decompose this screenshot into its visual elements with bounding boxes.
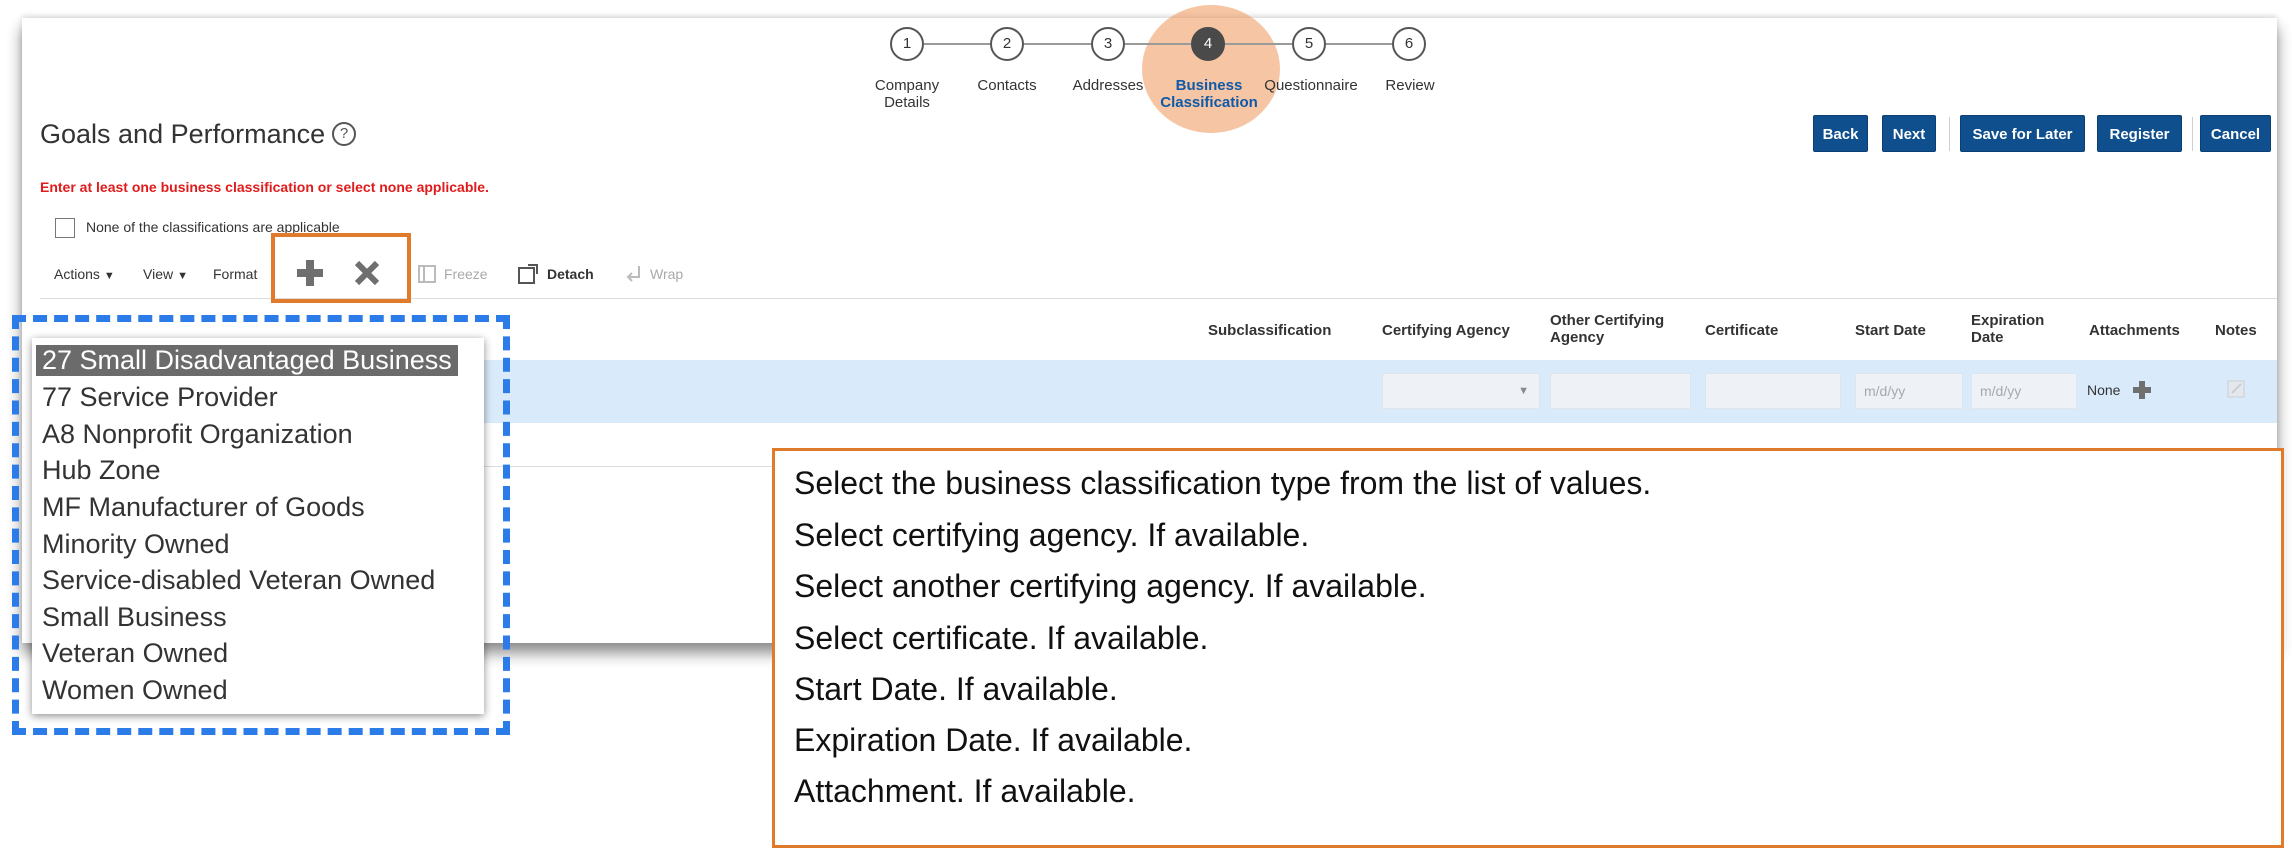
train-label-addresses[interactable]: Addresses <box>1065 77 1151 94</box>
attachments-value: None <box>2087 382 2121 398</box>
chevron-down-icon: ▼ <box>1518 385 1529 397</box>
freeze-button[interactable]: Freeze <box>444 266 488 282</box>
col-expiration-date[interactable]: Expiration Date <box>1971 312 2044 346</box>
col-attachments[interactable]: Attachments <box>2089 322 2180 339</box>
register-button[interactable]: Register <box>2097 115 2182 152</box>
actions-menu-label: Actions <box>54 266 100 282</box>
certificate-input[interactable] <box>1705 373 1841 409</box>
train-label-line: Classification <box>1160 94 1258 111</box>
train-step-3[interactable]: 3 <box>1091 27 1125 61</box>
col-header-line: Expiration <box>1971 312 2045 329</box>
instruction-line: Select another certifying agency. If ava… <box>794 568 1427 604</box>
other-certifying-agency-input[interactable] <box>1550 373 1691 409</box>
chevron-down-icon: ▼ <box>103 270 115 282</box>
train-connector <box>1024 43 1091 45</box>
train-step-6[interactable]: 6 <box>1392 27 1426 61</box>
train-connector <box>1326 43 1392 45</box>
col-start-date[interactable]: Start Date <box>1855 322 1926 339</box>
actions-menu[interactable]: Actions ▼ <box>54 266 115 282</box>
train-label-line: Company <box>874 77 940 94</box>
notes-icon[interactable] <box>2226 379 2246 399</box>
freeze-icon <box>418 265 436 283</box>
train-step-4[interactable]: 4 <box>1191 27 1225 61</box>
back-button[interactable]: Back <box>1813 115 1868 152</box>
help-icon[interactable]: ? <box>332 122 356 146</box>
button-separator <box>1949 117 1950 151</box>
error-message: Enter at least one business classificati… <box>40 179 489 195</box>
train-label-questionnaire[interactable]: Questionnaire <box>1258 77 1364 94</box>
add-delete-callout-box <box>271 233 411 303</box>
train-label-company-details[interactable]: Company Details <box>867 77 947 111</box>
col-header-line: Other Certifying <box>1550 312 1665 329</box>
instruction-line: Start Date. If available. <box>794 671 1118 707</box>
col-other-certifying-agency[interactable]: Other Certifying Agency <box>1550 312 1664 346</box>
wrap-button[interactable]: Wrap <box>650 266 683 282</box>
detach-button[interactable]: Detach <box>547 266 594 282</box>
view-menu-label: View <box>143 266 174 282</box>
certifying-agency-select[interactable]: ▼ <box>1382 373 1540 409</box>
train-step-5[interactable]: 5 <box>1292 27 1326 61</box>
instruction-line: Attachment. If available. <box>794 773 1136 809</box>
none-applicable-checkbox[interactable] <box>55 218 75 238</box>
save-for-later-button[interactable]: Save for Later <box>1960 115 2085 152</box>
col-subclassification[interactable]: Subclassification <box>1208 322 1331 339</box>
instruction-line: Expiration Date. If available. <box>794 722 1193 758</box>
start-date-input[interactable]: m/d/yy <box>1855 373 1963 409</box>
train-label-line: Review <box>1385 77 1435 94</box>
train-label-contacts[interactable]: Contacts <box>965 77 1049 94</box>
active-step-highlight <box>1142 5 1280 133</box>
instruction-line: Select certifying agency. If available. <box>794 517 1310 553</box>
col-header-line: Date <box>1971 329 2004 346</box>
instruction-line: Select the business classification type … <box>794 465 1652 501</box>
train-label-business-classification[interactable]: Business Classification <box>1156 77 1262 111</box>
button-separator <box>2192 117 2193 151</box>
dropdown-callout-box <box>12 315 510 735</box>
train-step-2[interactable]: 2 <box>990 27 1024 61</box>
col-header-line: Agency <box>1550 329 1605 346</box>
train-label-line: Questionnaire <box>1264 77 1358 94</box>
expiration-date-input[interactable]: m/d/yy <box>1971 373 2077 409</box>
train-connector <box>1225 43 1292 45</box>
col-certifying-agency[interactable]: Certifying Agency <box>1382 322 1510 339</box>
train-label-line: Addresses <box>1072 77 1144 94</box>
train-connector <box>924 43 990 45</box>
view-menu[interactable]: View ▼ <box>143 266 188 282</box>
instruction-line: Select certificate. If available. <box>794 620 1209 656</box>
wrap-icon <box>626 266 640 282</box>
col-certificate[interactable]: Certificate <box>1705 322 1778 339</box>
chevron-down-icon: ▼ <box>177 270 188 282</box>
col-notes[interactable]: Notes <box>2215 322 2257 339</box>
detach-icon <box>518 264 538 284</box>
page-title: Goals and Performance <box>40 119 326 149</box>
format-menu[interactable]: Format <box>213 266 257 282</box>
cancel-button[interactable]: Cancel <box>2200 115 2271 152</box>
train-label-line: Contacts <box>977 77 1037 94</box>
add-attachment-icon[interactable] <box>2132 380 2152 400</box>
train-label-line: Business <box>1175 77 1243 94</box>
next-button[interactable]: Next <box>1882 115 1936 152</box>
train-label-line: Details <box>884 94 930 111</box>
train-label-review[interactable]: Review <box>1375 77 1445 94</box>
train-step-1[interactable]: 1 <box>890 27 924 61</box>
train-connector <box>1125 43 1191 45</box>
